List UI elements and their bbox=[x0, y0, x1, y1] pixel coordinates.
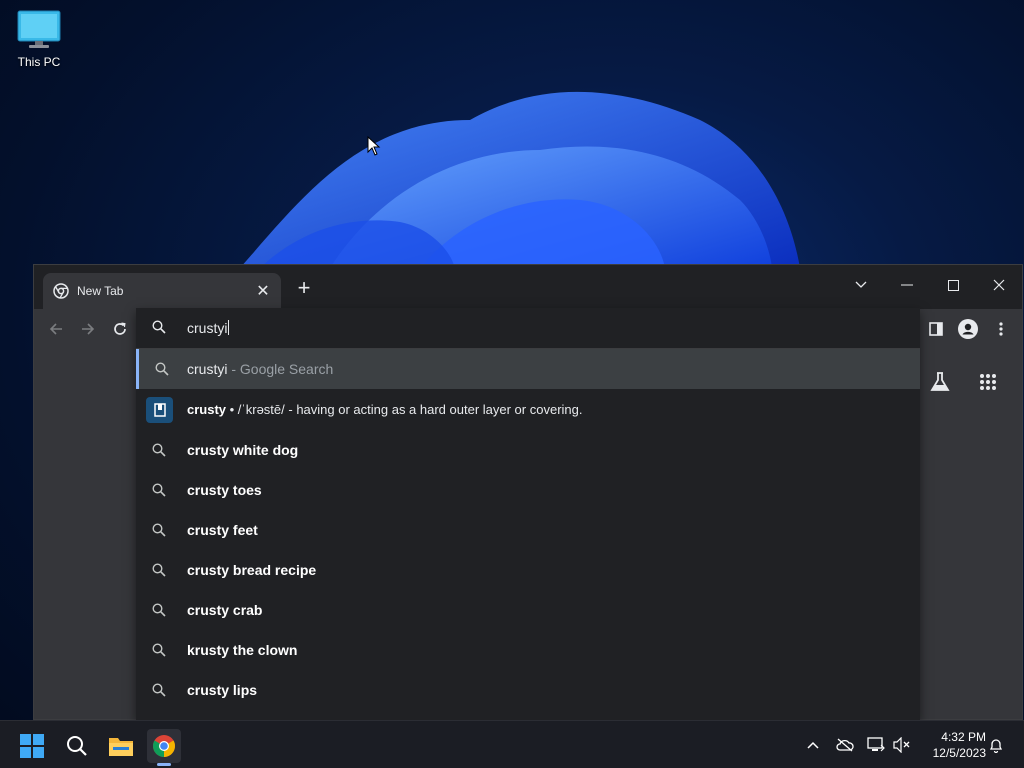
desktop-icon-label: This PC bbox=[17, 55, 61, 69]
side-panel-icon bbox=[929, 322, 943, 336]
search-icon bbox=[152, 320, 166, 334]
desktop-icon-this-pc[interactable]: This PC bbox=[12, 10, 66, 76]
arrow-left-icon bbox=[49, 323, 62, 335]
kebab-menu-icon bbox=[999, 322, 1003, 336]
tab-new-tab[interactable]: New Tab ✕ bbox=[43, 273, 281, 309]
chrome-icon bbox=[153, 735, 175, 757]
suggestion-item[interactable]: crusty bread recipe bbox=[136, 550, 920, 590]
folder-icon bbox=[109, 738, 133, 756]
mouse-cursor-icon bbox=[367, 136, 381, 156]
file-explorer-button[interactable] bbox=[104, 729, 138, 763]
search-icon bbox=[152, 643, 166, 657]
suggestion-item[interactable]: crusty white dog bbox=[136, 430, 920, 470]
onedrive-button[interactable] bbox=[835, 735, 855, 755]
suggestion-description: - Google Search bbox=[227, 361, 334, 377]
notifications-button[interactable] bbox=[986, 735, 1006, 755]
suggestion-text: crusty feet bbox=[187, 522, 258, 538]
chrome-taskbar-button[interactable] bbox=[147, 729, 181, 763]
monitor-icon bbox=[17, 10, 61, 48]
maximize-button[interactable] bbox=[930, 271, 976, 299]
reload-button[interactable] bbox=[110, 319, 130, 339]
bell-icon bbox=[989, 739, 1003, 753]
forward-button[interactable] bbox=[78, 319, 98, 339]
suggestion-item[interactable]: crusty crab bbox=[136, 590, 920, 630]
minimize-button[interactable] bbox=[884, 271, 930, 299]
volume-button[interactable] bbox=[892, 735, 912, 755]
suggestion-text: crusty toes bbox=[187, 482, 262, 498]
network-button[interactable] bbox=[866, 735, 886, 755]
title-bar: New Tab ✕ + bbox=[34, 265, 1022, 309]
menu-button[interactable] bbox=[991, 319, 1011, 339]
dictionary-pronunciation: • /ˈkrəstē/ bbox=[226, 402, 285, 417]
search-icon bbox=[155, 362, 169, 376]
suggestion-text: crusty crab bbox=[187, 602, 263, 618]
apps-grid-icon bbox=[980, 374, 996, 390]
dictionary-definition: - having or acting as a hard outer layer… bbox=[284, 402, 583, 417]
suggestion-item[interactable]: crusty toes bbox=[136, 470, 920, 510]
tab-search-button[interactable] bbox=[838, 271, 884, 299]
clock-date: 12/5/2023 bbox=[932, 746, 986, 760]
suggestion-text: crusty white dog bbox=[187, 442, 299, 458]
flask-icon bbox=[930, 372, 950, 391]
network-icon bbox=[867, 737, 885, 752]
chrome-icon bbox=[53, 283, 69, 299]
profile-button[interactable] bbox=[958, 319, 978, 339]
maximize-icon bbox=[947, 279, 959, 291]
suggestion-item[interactable]: krusty the clown bbox=[136, 630, 920, 670]
tab-close-icon[interactable]: ✕ bbox=[255, 281, 271, 301]
search-icon bbox=[152, 603, 166, 617]
clock-time: 4:32 PM bbox=[941, 730, 986, 744]
close-icon bbox=[993, 279, 1005, 291]
new-tab-button[interactable]: + bbox=[294, 277, 314, 299]
suggestion-dictionary[interactable]: crusty • /ˈkrəstē/ - having or acting as… bbox=[136, 390, 920, 430]
back-button[interactable] bbox=[46, 319, 66, 339]
arrow-right-icon bbox=[82, 323, 95, 335]
chevron-up-icon bbox=[807, 741, 819, 749]
suggestion-text: crusty lips bbox=[187, 682, 258, 698]
search-icon bbox=[152, 443, 166, 457]
cloud-offline-icon bbox=[836, 738, 854, 752]
suggestion-item[interactable]: crusty feet bbox=[136, 510, 920, 550]
minimize-icon bbox=[901, 284, 913, 286]
suggestion-text: crusty bbox=[187, 402, 227, 417]
volume-muted-icon bbox=[893, 737, 910, 753]
labs-button[interactable] bbox=[927, 369, 953, 395]
search-button[interactable] bbox=[60, 729, 94, 763]
search-icon bbox=[152, 563, 166, 577]
side-panel-button[interactable] bbox=[926, 319, 946, 339]
suggestion-text: krusty the clown bbox=[187, 642, 298, 658]
close-window-button[interactable] bbox=[976, 271, 1022, 299]
google-apps-button[interactable] bbox=[975, 369, 1001, 395]
profile-icon bbox=[958, 319, 978, 339]
search-icon bbox=[152, 483, 166, 497]
omnibox-dropdown: crustyi crustyi - Google Search crusty •… bbox=[136, 308, 920, 720]
search-icon bbox=[152, 523, 166, 537]
windows-logo-icon bbox=[20, 734, 44, 758]
suggestion-item[interactable]: crusty lips bbox=[136, 670, 920, 710]
taskbar: 4:32 PM 12/5/2023 bbox=[0, 720, 1024, 768]
dictionary-icon bbox=[146, 397, 173, 423]
tab-title: New Tab bbox=[77, 284, 124, 298]
suggestion-text: crustyi bbox=[187, 361, 228, 377]
search-icon bbox=[67, 736, 87, 756]
address-bar[interactable]: crustyi bbox=[136, 308, 920, 348]
search-icon bbox=[152, 683, 166, 697]
active-app-indicator bbox=[157, 763, 171, 766]
reload-icon bbox=[114, 322, 126, 335]
suggestion-search-typed[interactable]: crustyi - Google Search bbox=[136, 349, 920, 389]
chevron-down-icon bbox=[855, 281, 867, 288]
clock[interactable]: 4:32 PM 12/5/2023 bbox=[918, 729, 986, 761]
address-bar-text[interactable]: crustyi bbox=[187, 320, 230, 336]
show-hidden-icons-button[interactable] bbox=[803, 735, 823, 755]
start-button[interactable] bbox=[15, 729, 49, 763]
suggestion-text: crusty bread recipe bbox=[187, 562, 317, 578]
